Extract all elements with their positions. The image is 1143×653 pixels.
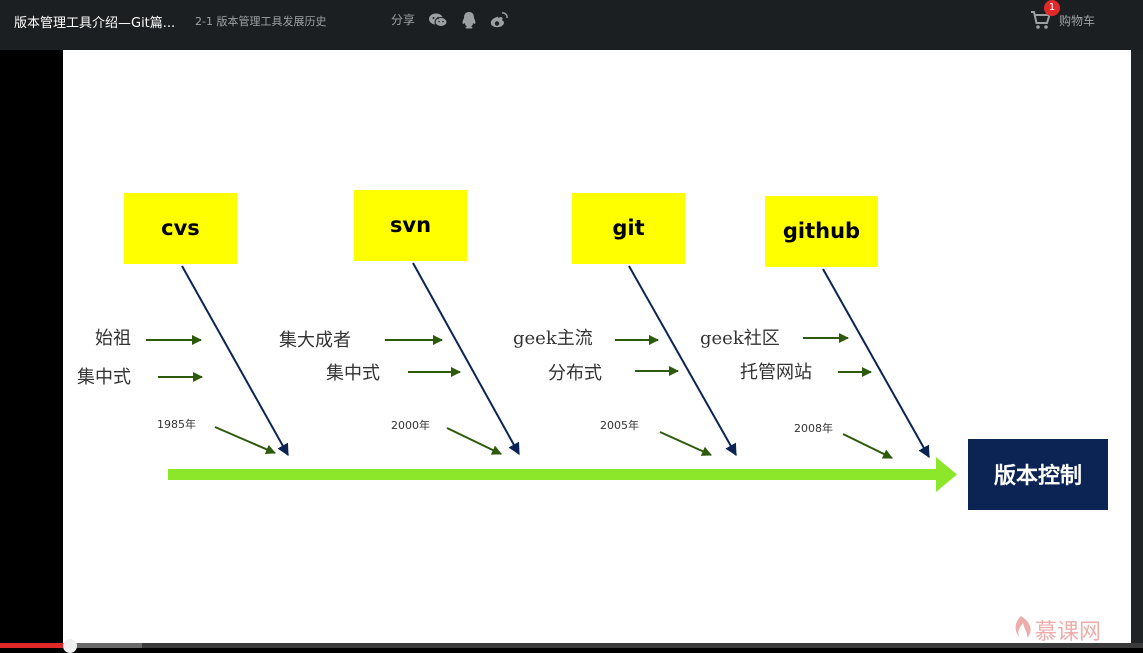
side-scroll-strip <box>1131 50 1143 643</box>
tool-svn: svn 集大成者 集中式 2000年 <box>279 190 520 456</box>
tool-github: github geek社区 托管网站 2008年 <box>700 196 930 459</box>
cart-label: 购物车 <box>1059 14 1096 28</box>
year-arrow-cvs <box>214 426 276 455</box>
qq-icon[interactable] <box>459 10 479 30</box>
progress-buffered <box>69 643 142 648</box>
cart-button[interactable]: 1 购物车 <box>1030 0 1120 32</box>
tool-arrow-cvs <box>181 265 289 457</box>
target-label: 版本控制 <box>994 463 1082 489</box>
note-cvs-2: 集中式 <box>77 367 131 388</box>
tool-arrow-git <box>628 265 737 457</box>
tool-name-github: github <box>783 219 860 243</box>
progress-handle[interactable] <box>62 639 77 653</box>
fishbone-diagram: 版本控制 cvs 始祖 集中式 1985年 svn 集大成者 集中式 2000年 <box>77 190 1108 643</box>
year-arrow-svn <box>446 427 502 455</box>
note-github-1: geek社区 <box>700 328 780 349</box>
tool-name-git: git <box>612 216 644 240</box>
note-cvs-1: 始祖 <box>95 328 131 349</box>
lecture-slide: 版本控制 cvs 始祖 集中式 1985年 svn 集大成者 集中式 2000年 <box>63 50 1131 643</box>
video-progress-bar[interactable] <box>0 639 1143 653</box>
wechat-icon[interactable] <box>428 10 448 30</box>
watermark: 慕课网 <box>1015 616 1101 643</box>
year-github: 2008年 <box>794 421 833 435</box>
share-label: 分享 <box>391 13 416 27</box>
flame-logo-icon <box>1015 616 1031 638</box>
course-title[interactable]: 版本管理工具介绍—Git篇... <box>14 12 175 31</box>
year-cvs: 1985年 <box>157 417 196 431</box>
tool-arrow-github <box>822 268 930 459</box>
tool-cvs: cvs 始祖 集中式 1985年 <box>77 193 289 457</box>
tool-name-svn: svn <box>390 213 431 237</box>
timeline-spine-arrow <box>168 457 957 492</box>
year-arrow-git <box>659 431 712 456</box>
tool-name-cvs: cvs <box>161 216 200 240</box>
note-svn-2: 集中式 <box>326 363 380 384</box>
tool-git: git geek主流 分布式 2005年 <box>513 193 737 457</box>
year-svn: 2000年 <box>391 418 430 432</box>
target-box: 版本控制 <box>968 439 1108 510</box>
note-github-2: 托管网站 <box>740 362 812 383</box>
top-bar: 版本管理工具介绍—Git篇... 2-1 版本管理工具发展历史 分享 1 购物车 <box>0 0 1143 50</box>
lesson-title: 2-1 版本管理工具发展历史 <box>195 15 327 28</box>
note-git-1: geek主流 <box>513 328 593 349</box>
note-svn-1: 集大成者 <box>279 330 351 351</box>
note-git-2: 分布式 <box>548 363 602 384</box>
weibo-icon[interactable] <box>489 10 509 30</box>
year-arrow-github <box>842 433 893 459</box>
year-git: 2005年 <box>600 418 639 432</box>
progress-played <box>0 643 70 648</box>
cart-count-badge: 1 <box>1044 0 1060 16</box>
watermark-text: 慕课网 <box>1035 620 1101 643</box>
